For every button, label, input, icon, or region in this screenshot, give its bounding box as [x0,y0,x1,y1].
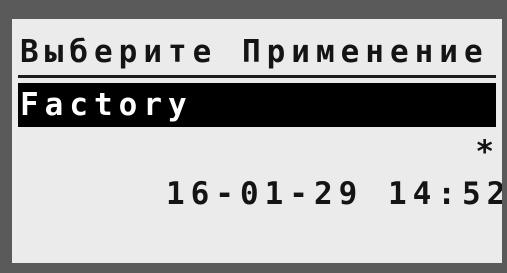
title-divider [18,75,496,78]
status-marker: * [475,134,494,170]
status-line: 16-01-29 14:52 * [18,131,502,212]
menu-item-selected[interactable]: Factory [18,83,496,127]
device-bezel: Выберите Применение Factory 16-01-29 14:… [0,0,507,273]
lcd-screen: Выберите Применение Factory 16-01-29 14:… [12,19,502,263]
screen-title: Выберите Применение [20,34,489,70]
datetime-readout: 16-01-29 14:52 [165,176,502,212]
